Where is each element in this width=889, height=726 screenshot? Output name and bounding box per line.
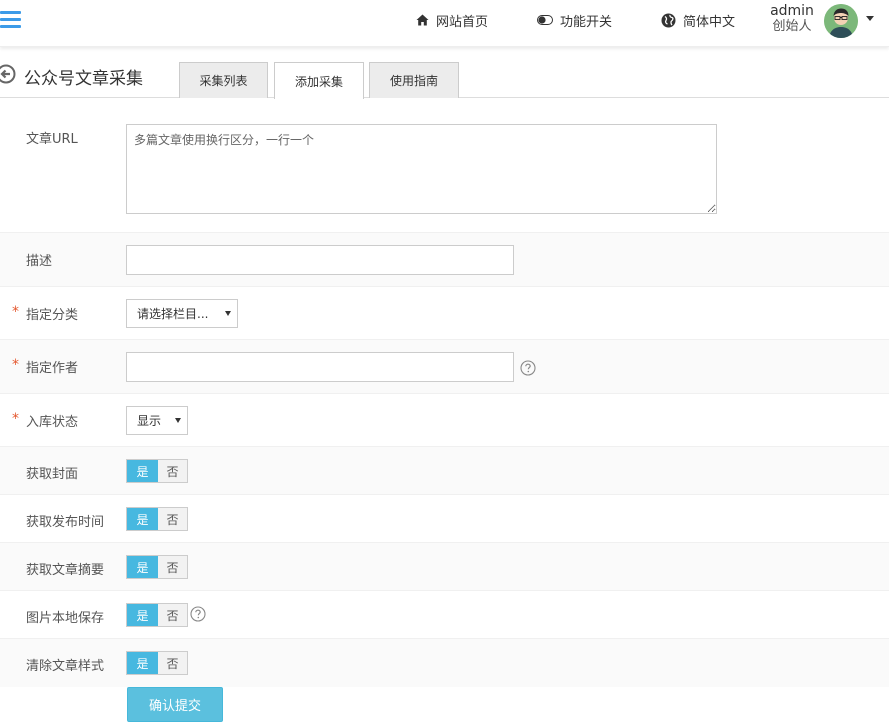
tab-label: 添加采集 <box>294 74 343 89</box>
required-mark: * <box>12 304 19 320</box>
required-mark: * <box>12 357 19 373</box>
toggle-no[interactable]: 否 <box>158 604 187 626</box>
nav-home-label: 网站首页 <box>436 14 489 30</box>
toggle-yes[interactable]: 是 <box>127 652 158 674</box>
hamburger-icon[interactable] <box>0 11 21 29</box>
page-title: 公众号文章采集 <box>24 69 143 89</box>
avatar[interactable] <box>824 4 858 38</box>
desc-input[interactable] <box>126 245 514 275</box>
toggle-no[interactable]: 否 <box>158 460 187 482</box>
chevron-down-icon <box>225 311 231 316</box>
nav-home-link[interactable]: 网站首页 <box>416 10 488 30</box>
toggle-yes[interactable]: 是 <box>127 460 158 482</box>
localimg-label: 图片本地保存 <box>26 611 105 626</box>
pubtime-toggle[interactable]: 是 否 <box>126 507 188 531</box>
url-textarea[interactable] <box>126 124 717 214</box>
avatar-icon <box>824 4 858 38</box>
author-input[interactable] <box>126 352 514 382</box>
tab-collect-list[interactable]: 采集列表 <box>179 62 268 98</box>
summary-label: 获取文章摘要 <box>26 563 105 578</box>
toggle-yes[interactable]: 是 <box>127 556 158 578</box>
back-arrow-icon[interactable] <box>0 64 16 84</box>
chevron-down-icon <box>175 418 181 423</box>
tab-user-guide[interactable]: 使用指南 <box>369 62 459 98</box>
tab-label: 使用指南 <box>389 74 438 88</box>
tab-label: 采集列表 <box>199 74 248 88</box>
summary-toggle[interactable]: 是 否 <box>126 555 188 579</box>
localimg-toggle[interactable]: 是 否 <box>126 603 188 627</box>
pubtime-label: 获取发布时间 <box>26 515 105 530</box>
tab-add-collect[interactable]: 添加采集 <box>274 62 364 99</box>
category-selected: 请选择栏目... <box>137 307 209 321</box>
user-dropdown-caret-icon[interactable] <box>866 16 874 21</box>
question-circle-icon[interactable] <box>190 606 206 622</box>
required-mark: * <box>12 411 19 427</box>
status-selected: 显示 <box>137 414 162 428</box>
nav-function-label: 功能开关 <box>560 14 613 30</box>
author-label: 指定作者 <box>26 361 79 376</box>
question-circle-icon[interactable] <box>520 360 536 376</box>
user-info[interactable]: admin 创始人 <box>768 3 816 35</box>
cover-label: 获取封面 <box>26 467 79 482</box>
user-role: 创始人 <box>772 19 812 34</box>
top-navbar: 网站首页 功能开关 简体中文 admin 创始人 <box>0 0 889 47</box>
user-name: admin <box>770 3 814 19</box>
clearstyle-label: 清除文章样式 <box>26 659 105 674</box>
status-select[interactable]: 显示 <box>126 406 188 435</box>
category-label: 指定分类 <box>26 308 79 323</box>
cover-toggle[interactable]: 是 否 <box>126 459 188 483</box>
url-label: 文章URL <box>26 132 78 147</box>
desc-label: 描述 <box>26 254 53 269</box>
toggle-icon <box>537 15 553 25</box>
toggle-no[interactable]: 否 <box>158 556 187 578</box>
category-select[interactable]: 请选择栏目... <box>126 299 238 328</box>
status-label: 入库状态 <box>26 415 79 430</box>
toggle-yes[interactable]: 是 <box>127 604 158 626</box>
submit-button[interactable]: 确认提交 <box>127 687 223 722</box>
toggle-no[interactable]: 否 <box>158 652 187 674</box>
toggle-yes[interactable]: 是 <box>127 508 158 530</box>
clearstyle-toggle[interactable]: 是 否 <box>126 651 188 675</box>
nav-function-toggle-link[interactable]: 功能开关 <box>537 10 612 30</box>
globe-icon <box>661 13 676 27</box>
nav-language-link[interactable]: 简体中文 <box>661 10 735 30</box>
nav-language-label: 简体中文 <box>683 14 736 30</box>
toggle-no[interactable]: 否 <box>158 508 187 530</box>
home-icon <box>416 14 429 26</box>
